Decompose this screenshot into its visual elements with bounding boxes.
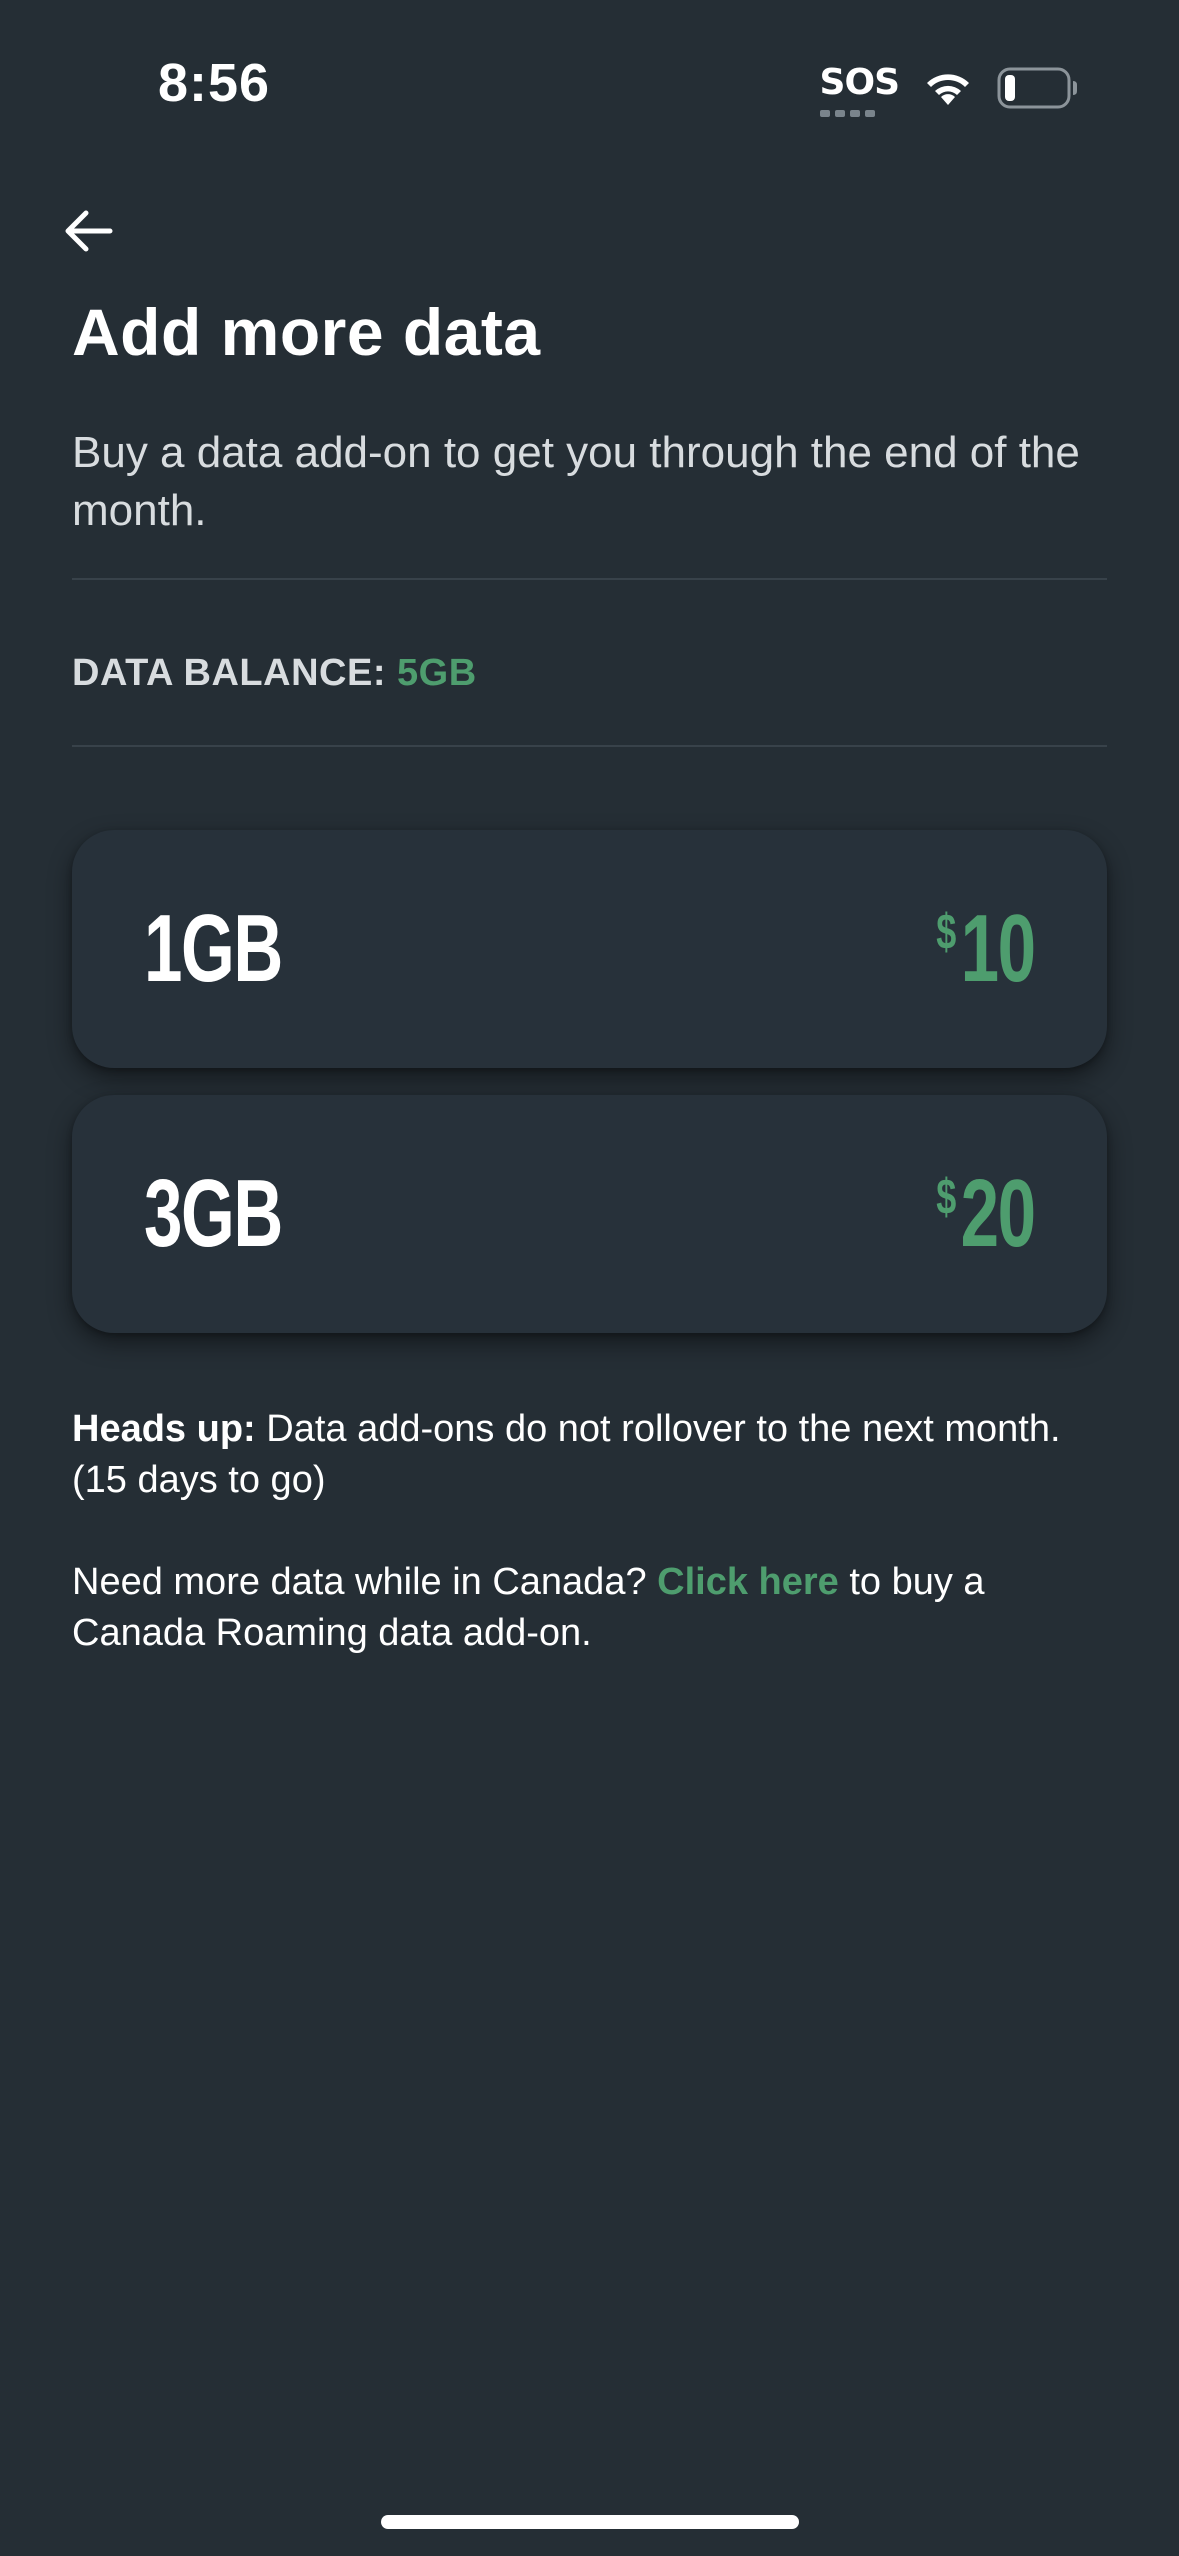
addon-size: 3GB (144, 1160, 283, 1267)
divider (72, 578, 1107, 580)
status-icons: SOS (819, 58, 1079, 118)
arrow-left-icon (65, 210, 113, 252)
status-bar: 8:56 SOS (0, 0, 1179, 170)
page-subtitle: Buy a data add-on to get you through the… (72, 428, 1080, 535)
data-balance: DATA BALANCE: 5GB (72, 652, 477, 695)
data-balance-label: DATA BALANCE: (72, 652, 386, 694)
page-title: Add more data (72, 295, 541, 369)
canada-roaming-notice: Need more data while in Canada? Click he… (72, 1557, 1112, 1659)
price-currency: $ (936, 904, 957, 960)
data-balance-value: 5GB (397, 652, 477, 694)
click-here-link[interactable]: Click here (657, 1561, 839, 1603)
sos-label: SOS (819, 61, 900, 103)
addon-size: 1GB (144, 895, 283, 1002)
addon-option-1gb[interactable]: 1GB $ 10 (72, 830, 1107, 1068)
canada-prefix: Need more data while in Canada? (72, 1561, 658, 1603)
addon-price: $ 10 (936, 895, 1037, 1002)
battery-icon (997, 67, 1079, 109)
home-indicator[interactable] (381, 2515, 799, 2529)
rollover-notice: Heads up: Data add-ons do not rollover t… (72, 1404, 1112, 1506)
price-currency: $ (936, 1169, 957, 1225)
addon-price: $ 20 (936, 1160, 1037, 1267)
addon-option-3gb[interactable]: 3GB $ 20 (72, 1095, 1107, 1333)
wifi-icon (923, 69, 973, 107)
heads-up-label: Heads up: (72, 1408, 256, 1450)
price-amount: 20 (960, 1160, 1036, 1267)
status-time: 8:56 (158, 53, 271, 113)
price-amount: 10 (960, 895, 1036, 1002)
back-button[interactable] (52, 195, 124, 267)
divider (72, 745, 1107, 747)
sos-indicator: SOS (819, 61, 900, 117)
signal-dots (819, 109, 875, 117)
